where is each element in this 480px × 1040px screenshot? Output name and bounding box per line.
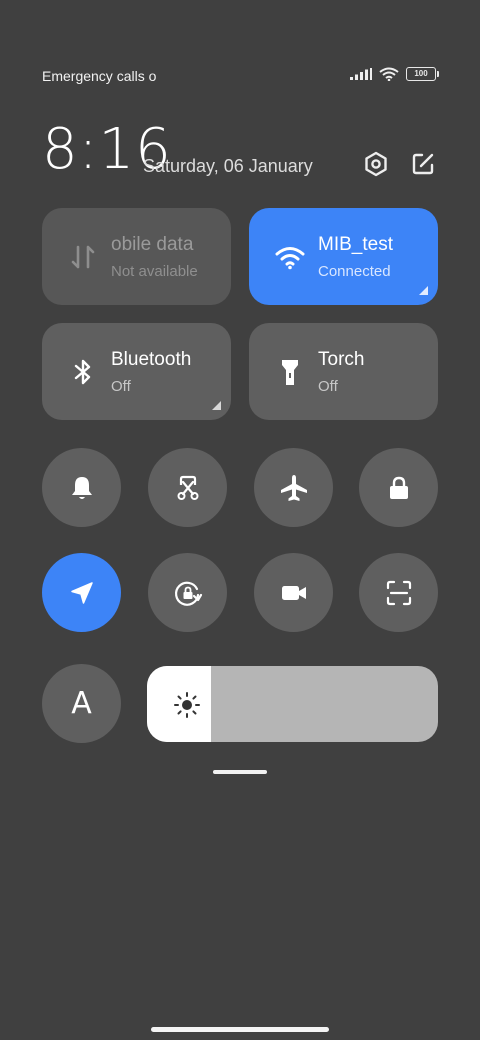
tile-torch-status: Off [318,378,338,395]
tile-wifi[interactable]: MIB_test Connected [249,208,438,305]
signal-icon [350,68,372,80]
tile-wifi-status: Connected [318,263,391,280]
panel-drag-handle[interactable] [213,770,267,774]
airplane-icon [280,474,307,501]
toggle-rotation-lock[interactable] [148,553,227,632]
settings-button[interactable] [362,150,390,178]
torch-icon [282,360,298,385]
tile-bluetooth-expand-indicator[interactable] [212,401,221,410]
sun-icon [174,692,200,718]
battery-icon: 100 [406,67,439,81]
data-arrows-icon [71,245,95,269]
toggle-airplane-mode[interactable] [254,448,333,527]
wifi-icon [379,67,399,81]
toggle-location[interactable] [42,553,121,632]
scan-icon [386,580,411,605]
toggle-scanner[interactable] [359,553,438,632]
tile-mobile-data-title: obile data [111,234,194,255]
tile-wifi-expand-indicator[interactable] [419,286,428,295]
tile-bluetooth[interactable]: Bluetooth Off [42,323,231,420]
toggle-lock-screen[interactable] [359,448,438,527]
toggle-screen-recorder[interactable] [254,553,333,632]
tile-wifi-title: MIB_test [318,234,393,255]
lock-icon [389,476,408,499]
edit-icon [412,153,434,175]
bell-icon [71,476,92,499]
tile-bluetooth-title: Bluetooth [111,349,192,370]
toggle-silent[interactable] [42,448,121,527]
video-camera-icon [281,585,306,600]
bluetooth-icon [74,359,91,385]
date-label: Saturday, 06 January [143,156,313,176]
edit-button[interactable] [409,150,437,178]
font-size-label: A [71,686,92,721]
home-gesture-bar[interactable] [151,1027,329,1032]
tile-mobile-data[interactable]: obile data Not available [42,208,231,305]
tile-torch[interactable]: Torch Off [249,323,438,420]
rotation-lock-icon [174,581,202,606]
wifi-icon [275,247,305,270]
settings-icon [365,151,387,177]
toggle-screenshot[interactable] [148,448,227,527]
tile-mobile-data-status: Not available [111,263,198,280]
tile-torch-title: Torch [318,349,365,370]
brightness-slider[interactable] [147,666,438,742]
screenshot-icon [177,475,198,500]
status-carrier-text: Emergency calls o [42,68,157,84]
status-icons: 100 [350,67,439,81]
font-size-button[interactable]: A [42,664,121,743]
tile-bluetooth-status: Off [111,378,131,395]
location-icon [70,581,93,604]
